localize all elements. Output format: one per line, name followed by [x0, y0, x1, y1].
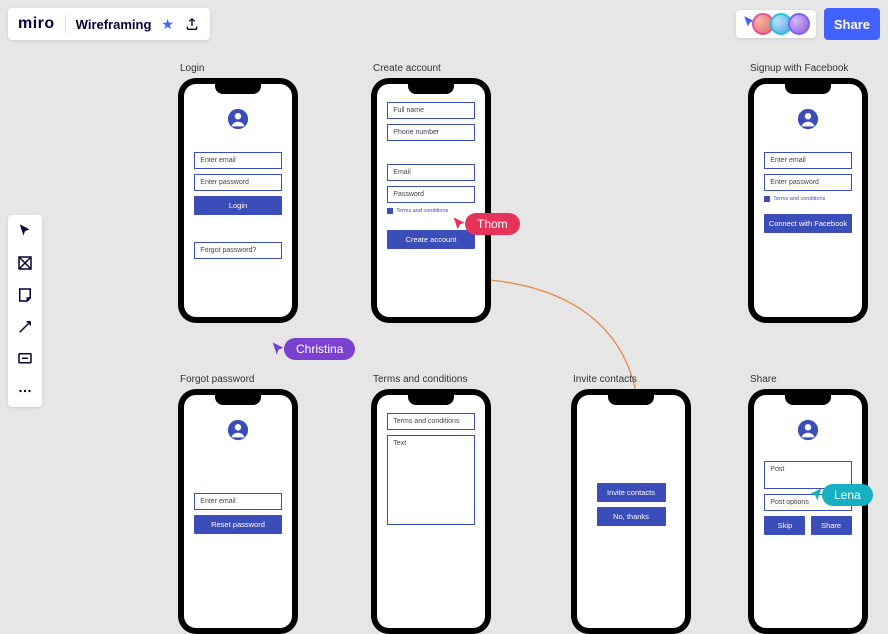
phone-create-account[interactable]: Full name Phone number Email Password Te… — [371, 78, 491, 323]
forgot-password-link[interactable]: Forgot password? — [194, 242, 281, 259]
wireframe-tool[interactable] — [15, 253, 35, 273]
password-field[interactable]: Enter password — [764, 174, 851, 191]
more-tools[interactable] — [15, 381, 35, 401]
phone-screen: Full name Phone number Email Password Te… — [377, 84, 485, 317]
presence-bar — [736, 10, 816, 38]
frame-label[interactable]: Terms and conditions — [373, 374, 468, 385]
email-field[interactable]: Enter email — [194, 493, 281, 510]
frame-label[interactable]: Signup with Facebook — [750, 63, 848, 74]
password-field[interactable]: Enter password — [194, 174, 281, 191]
notch — [785, 84, 831, 94]
phone-screen: Enter email Enter password Login Forgot … — [184, 84, 292, 317]
skip-button[interactable]: Skip — [764, 516, 805, 535]
phone-screen: Post Post options Skip Share — [754, 395, 862, 628]
email-field[interactable]: Enter email — [764, 152, 851, 169]
phone-terms[interactable]: Terms and conditions Text — [371, 389, 491, 634]
terms-checkbox[interactable]: Terms and conditions — [764, 196, 851, 202]
connect-facebook-button[interactable]: Connect with Facebook — [764, 214, 851, 233]
notch — [215, 395, 261, 405]
frame-label[interactable]: Forgot password — [180, 374, 254, 385]
phone-field[interactable]: Phone number — [387, 124, 474, 141]
phone-login[interactable]: Enter email Enter password Login Forgot … — [178, 78, 298, 323]
terms-body: Text — [387, 435, 474, 525]
avatar[interactable] — [788, 13, 810, 35]
divider — [65, 15, 66, 33]
terms-label: Terms and conditions — [773, 196, 825, 202]
terms-title: Terms and conditions — [387, 413, 474, 430]
notch — [408, 84, 454, 94]
no-thanks-button[interactable]: No, thanks — [597, 507, 666, 526]
collaborator-cursor-lena: Lena — [808, 484, 873, 506]
phone-screen: Invite contacts No, thanks — [577, 395, 685, 628]
phone-screen: Enter email Reset password — [184, 395, 292, 628]
toolbar — [8, 215, 42, 407]
frame-label[interactable]: Create account — [373, 63, 441, 74]
share-post-button[interactable]: Share — [811, 516, 852, 535]
terms-label: Terms and conditions — [396, 208, 448, 214]
phone-screen: Enter email Enter password Terms and con… — [754, 84, 862, 317]
user-icon — [797, 419, 819, 441]
collaborator-cursor-thom: Thom — [451, 213, 520, 235]
line-tool[interactable] — [15, 317, 35, 337]
invite-contacts-button[interactable]: Invite contacts — [597, 483, 666, 502]
user-icon — [797, 108, 819, 130]
comment-tool[interactable] — [15, 349, 35, 369]
cursor-label: Lena — [822, 484, 873, 506]
cursor-label: Thom — [465, 213, 520, 235]
login-button[interactable]: Login — [194, 196, 281, 215]
email-field[interactable]: Email — [387, 164, 474, 181]
board-name[interactable]: Wireframing — [76, 17, 152, 32]
notch — [785, 395, 831, 405]
select-tool[interactable] — [15, 221, 35, 241]
logo[interactable]: miro — [18, 15, 55, 33]
frame-label[interactable]: Login — [180, 63, 204, 74]
top-right: Share — [736, 8, 880, 40]
phone-share[interactable]: Post Post options Skip Share — [748, 389, 868, 634]
user-icon — [227, 419, 249, 441]
phone-forgot-password[interactable]: Enter email Reset password — [178, 389, 298, 634]
frame-label[interactable]: Share — [750, 374, 777, 385]
phone-screen: Terms and conditions Text — [377, 395, 485, 628]
fullname-field[interactable]: Full name — [387, 102, 474, 119]
email-field[interactable]: Enter email — [194, 152, 281, 169]
user-icon — [227, 108, 249, 130]
top-bar: miro Wireframing ★ — [8, 8, 210, 40]
export-icon[interactable] — [184, 16, 200, 32]
phone-signup-facebook[interactable]: Enter email Enter password Terms and con… — [748, 78, 868, 323]
frame-label[interactable]: Invite contacts — [573, 374, 637, 385]
share-button[interactable]: Share — [824, 8, 880, 40]
notch — [215, 84, 261, 94]
reset-password-button[interactable]: Reset password — [194, 515, 281, 534]
phone-invite[interactable]: Invite contacts No, thanks — [571, 389, 691, 634]
notch — [608, 395, 654, 405]
cursor-label: Christina — [284, 338, 355, 360]
notch — [408, 395, 454, 405]
star-icon[interactable]: ★ — [161, 16, 174, 33]
password-field[interactable]: Password — [387, 186, 474, 203]
sticky-note-tool[interactable] — [15, 285, 35, 305]
collaborator-cursor-christina: Christina — [270, 338, 355, 360]
